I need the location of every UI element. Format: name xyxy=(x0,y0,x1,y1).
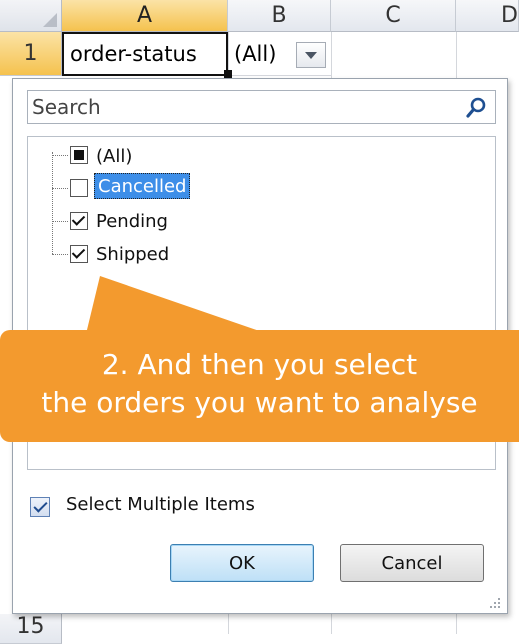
filter-dropdown-button[interactable] xyxy=(296,42,326,68)
callout-line-2: the orders you want to analyse xyxy=(41,386,478,419)
select-multiple-checkbox[interactable] xyxy=(30,497,50,517)
search-box[interactable] xyxy=(27,90,496,124)
select-multiple-label: Select Multiple Items xyxy=(66,494,255,515)
column-header-c[interactable]: C xyxy=(331,0,456,32)
row-header-1[interactable]: 1 xyxy=(0,32,62,76)
checkbox-pending[interactable] xyxy=(70,212,88,230)
filter-item-label-all: (All) xyxy=(96,145,133,167)
column-header-a[interactable]: A xyxy=(62,0,228,32)
checkbox-all[interactable] xyxy=(70,146,88,164)
tree-connector xyxy=(52,221,68,222)
callout-text: 2. And then you select the orders you wa… xyxy=(0,346,519,422)
search-icon xyxy=(466,97,486,118)
cell-a1[interactable]: order-status xyxy=(62,32,228,76)
tree-connector xyxy=(52,188,68,189)
tree-connector xyxy=(52,155,68,156)
checkbox-cancelled[interactable] xyxy=(70,179,88,197)
filter-item-label-cancelled[interactable]: Cancelled xyxy=(94,173,191,199)
checkbox-shipped[interactable] xyxy=(70,245,88,263)
select-all-corner[interactable] xyxy=(0,0,62,32)
tree-connector xyxy=(52,152,53,254)
resize-grip-icon[interactable] xyxy=(480,594,504,612)
chevron-down-icon xyxy=(305,51,317,59)
row-header-15[interactable]: 15 xyxy=(0,614,62,644)
cancel-button[interactable]: Cancel xyxy=(340,544,484,582)
search-input[interactable] xyxy=(32,93,452,121)
callout-line-1: 2. And then you select xyxy=(101,348,418,381)
tree-connector xyxy=(52,254,68,255)
ok-button[interactable]: OK xyxy=(170,544,314,582)
fill-handle[interactable] xyxy=(224,70,232,78)
filter-item-label-shipped: Shipped xyxy=(96,243,170,265)
filter-item-label-pending: Pending xyxy=(96,210,168,232)
column-header-d[interactable]: D xyxy=(456,0,519,32)
column-header-b[interactable]: B xyxy=(228,0,331,32)
